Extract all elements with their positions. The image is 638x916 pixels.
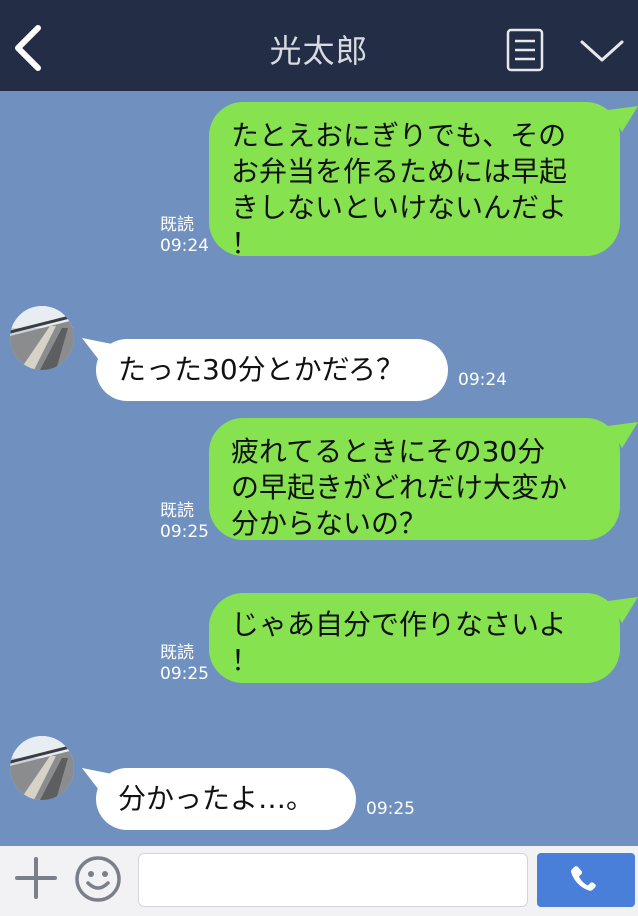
message-line: 疲れてるときにその30分 <box>231 435 546 468</box>
timestamp: 09:25 <box>160 664 209 684</box>
avatar-image <box>10 736 74 800</box>
message-line: の早起きがどれだけ大変か <box>231 471 568 504</box>
read-receipt: 既読 <box>160 215 194 235</box>
message-line: たとえおにぎりでも、その <box>231 119 567 152</box>
timestamp: 09:25 <box>160 522 209 542</box>
avatar[interactable] <box>10 306 74 370</box>
message-line: お弁当を作るためには早起 <box>231 155 568 188</box>
message-meta: 既読 09:25 <box>160 501 209 543</box>
message-line: きしないといけないんだよ <box>231 191 568 224</box>
message-text: たった30分とかだろ？ <box>118 353 404 386</box>
read-receipt: 既読 <box>160 501 194 521</box>
expand-button[interactable] <box>578 36 626 66</box>
message-bubble[interactable]: 疲れてるときにその30分 の早起きがどれだけ大変か 分からないの？ <box>209 418 620 540</box>
message-meta: 既読 09:25 <box>160 643 209 685</box>
avatar[interactable] <box>10 736 74 800</box>
timestamp: 09:25 <box>366 799 415 819</box>
emoji-button[interactable] <box>73 854 123 904</box>
avatar-image <box>10 306 74 370</box>
menu-button[interactable] <box>506 28 544 72</box>
chevron-down-icon <box>580 40 624 62</box>
plus-icon <box>15 857 57 899</box>
message-line: ！ <box>231 227 260 260</box>
timestamp: 09:24 <box>458 370 507 390</box>
timestamp: 09:24 <box>160 236 209 256</box>
message-bubble[interactable]: 分かったよ…。 <box>96 768 356 830</box>
message-bubble[interactable]: たとえおにぎりでも、その お弁当を作るためには早起 きしないといけないんだよ ！ <box>209 102 620 260</box>
message-bubble[interactable]: じゃあ自分で作りなさいよ ！ <box>209 593 620 683</box>
message-line: じゃあ自分で作りなさいよ <box>231 608 567 641</box>
add-button[interactable] <box>14 856 58 900</box>
document-list-icon <box>506 28 544 72</box>
message-text: 分かったよ…。 <box>118 782 315 815</box>
message-line: ！ <box>231 644 260 677</box>
chat-header: 光太郎 <box>0 0 638 91</box>
phone-icon <box>571 866 598 891</box>
message-line: 分からないの？ <box>231 507 428 540</box>
message-meta: 既読 09:24 <box>160 215 209 257</box>
call-button[interactable] <box>537 853 635 907</box>
smiley-icon <box>75 856 121 902</box>
message-bubble[interactable]: たった30分とかだろ？ <box>96 339 448 401</box>
read-receipt: 既読 <box>160 643 194 663</box>
message-input[interactable] <box>138 853 528 907</box>
